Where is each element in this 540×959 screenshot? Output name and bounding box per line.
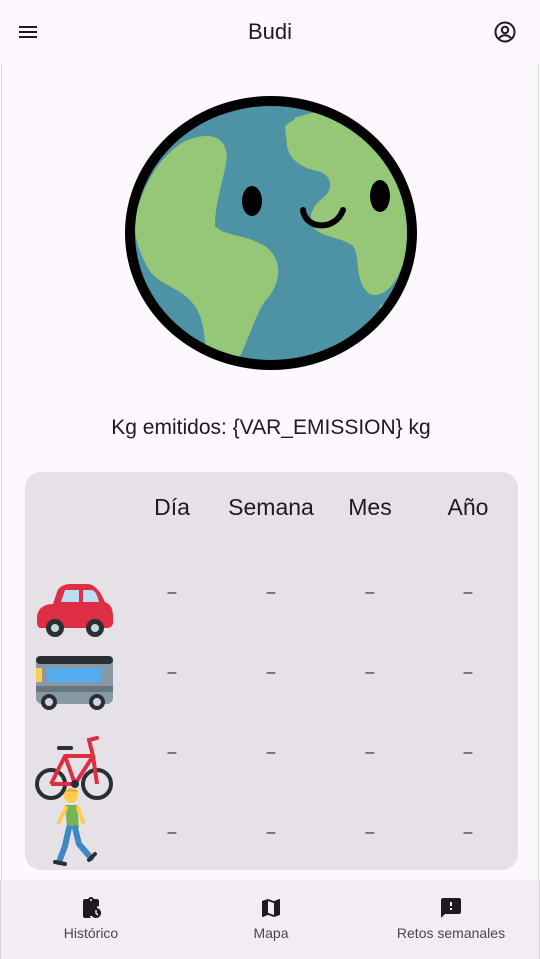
emission-text: Kg emitidos: {VAR_EMISSION} kg: [2, 416, 540, 440]
table-row-car: – – – –: [25, 578, 518, 658]
report-icon: [441, 898, 461, 918]
top-app-bar: Budi: [0, 0, 540, 64]
nav-item-retos-semanales[interactable]: Retos semanales: [361, 896, 540, 941]
bus-icon: [36, 656, 113, 710]
nav-label-historico: Histórico: [63, 925, 119, 941]
bicycle-year-value: –: [463, 744, 473, 761]
walking-month-value: –: [365, 824, 375, 841]
column-header-year: Año: [447, 494, 489, 520]
app-title: Budi: [247, 19, 293, 44]
car-icon: [37, 584, 113, 637]
bus-month-value: –: [365, 664, 375, 681]
column-header-week: Semana: [228, 494, 314, 520]
walking-day-value: –: [167, 824, 177, 841]
nav-label-retos-semanales: Retos semanales: [396, 925, 506, 941]
nav-label-mapa: Mapa: [253, 925, 289, 941]
column-header-month: Mes: [348, 494, 392, 520]
map-icon: [262, 899, 280, 917]
bicycle-day-value: –: [167, 744, 177, 761]
bicycle-month-value: –: [365, 744, 375, 761]
column-header-day: Día: [154, 494, 190, 520]
bus-year-value: –: [463, 664, 473, 681]
dashboard-content: Kg emitidos: {VAR_EMISSION} kg Día Seman…: [1, 64, 539, 880]
emission-label: Kg emitidos: {VAR_EMISSION} kg: [111, 416, 431, 439]
account-circle-icon: [494, 21, 516, 43]
car-day-value: –: [167, 584, 177, 601]
walking-week-value: –: [266, 824, 276, 841]
nav-item-mapa[interactable]: Mapa: [181, 896, 361, 941]
walking-year-value: –: [463, 824, 473, 841]
car-month-value: –: [365, 584, 375, 601]
menu-icon: [19, 26, 37, 38]
smiling-earth-icon: [125, 96, 417, 370]
bottom-navigation: Histórico Mapa Retos semanales: [0, 880, 540, 959]
car-week-value: –: [266, 584, 276, 601]
bicycle-week-value: –: [266, 744, 276, 761]
nav-item-historico[interactable]: Histórico: [1, 896, 181, 941]
walking-person-icon: [53, 788, 97, 866]
menu-button[interactable]: [12, 16, 44, 48]
emissions-table-card: Día Semana Mes Año – – – – – – – – – – –…: [25, 472, 518, 870]
account-button[interactable]: [489, 16, 521, 48]
bus-day-value: –: [167, 664, 177, 681]
history-clipboard-icon: [83, 897, 101, 918]
bus-week-value: –: [266, 664, 276, 681]
car-year-value: –: [463, 584, 473, 601]
